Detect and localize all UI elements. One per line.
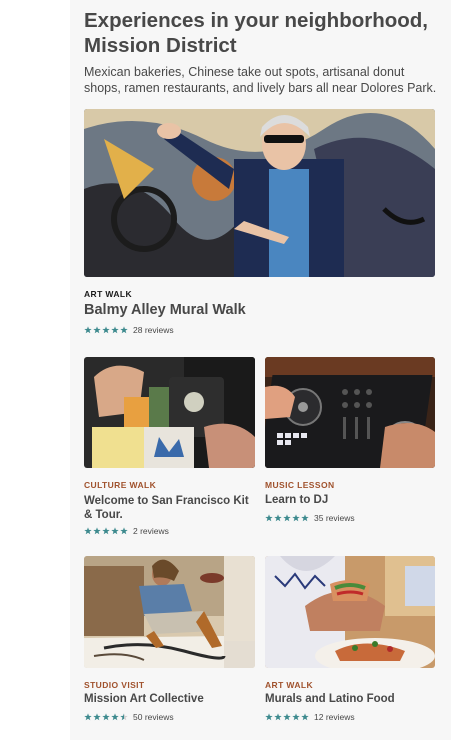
review-count: 2 reviews <box>133 526 169 536</box>
review-count: 28 reviews <box>133 325 174 335</box>
star-icon <box>292 713 300 721</box>
star-rating <box>265 514 309 522</box>
star-icon <box>120 713 128 721</box>
sf-kit-photo <box>84 357 255 468</box>
card-image-murals-food[interactable] <box>265 556 435 668</box>
star-rating <box>265 713 309 721</box>
card-rating: 2 reviews <box>84 526 169 536</box>
murals-food-photo <box>265 556 435 668</box>
star-icon <box>93 326 101 334</box>
star-icon <box>265 514 273 522</box>
star-icon <box>102 713 110 721</box>
card-title[interactable]: Mission Art Collective <box>84 693 204 705</box>
star-icon <box>120 326 128 334</box>
card-title[interactable]: Balmy Alley Mural Walk <box>84 302 246 318</box>
star-icon <box>102 326 110 334</box>
card-category: STUDIO VISIT <box>84 680 145 690</box>
star-icon <box>283 713 291 721</box>
card-image-dj[interactable] <box>265 357 435 468</box>
star-icon <box>274 713 282 721</box>
card-rating: 12 reviews <box>265 712 355 722</box>
card-category: ART WALK <box>84 289 133 299</box>
star-icon <box>84 713 92 721</box>
card-rating: 28 reviews <box>84 325 174 335</box>
star-icon <box>283 514 291 522</box>
card-rating: 35 reviews <box>265 513 355 523</box>
star-icon <box>301 514 309 522</box>
card-image-art-collective[interactable] <box>84 556 255 668</box>
art-collective-photo <box>84 556 255 668</box>
section-title: Experiences in your neighborhood, Missio… <box>84 9 428 57</box>
card-title[interactable]: Welcome to San Francisco Kit & Tour. <box>84 494 258 522</box>
review-count: 12 reviews <box>314 712 355 722</box>
star-rating <box>84 713 128 721</box>
star-rating <box>84 326 128 334</box>
card-rating: 50 reviews <box>84 712 174 722</box>
card-image-sf-kit[interactable] <box>84 357 255 468</box>
card-title[interactable]: Murals and Latino Food <box>265 693 395 705</box>
star-icon <box>93 713 101 721</box>
star-icon <box>274 514 282 522</box>
mural-photo <box>84 109 435 277</box>
star-icon <box>111 326 119 334</box>
star-icon <box>84 326 92 334</box>
star-icon <box>111 527 119 535</box>
star-icon <box>93 527 101 535</box>
star-icon <box>111 713 119 721</box>
star-icon <box>292 514 300 522</box>
star-rating <box>84 527 128 535</box>
dj-photo <box>265 357 435 468</box>
star-icon <box>120 527 128 535</box>
star-icon <box>102 527 110 535</box>
star-icon <box>265 713 273 721</box>
review-count: 50 reviews <box>133 712 174 722</box>
star-icon <box>301 713 309 721</box>
section-subtitle: Mexican bakeries, Chinese take out spots… <box>84 65 437 95</box>
card-category: CULTURE WALK <box>84 480 157 490</box>
card-title[interactable]: Learn to DJ <box>265 494 328 506</box>
card-category: ART WALK <box>265 680 314 690</box>
card-image-mural-walk[interactable] <box>84 109 435 277</box>
card-category: MUSIC LESSON <box>265 480 335 490</box>
review-count: 35 reviews <box>314 513 355 523</box>
star-icon <box>84 527 92 535</box>
